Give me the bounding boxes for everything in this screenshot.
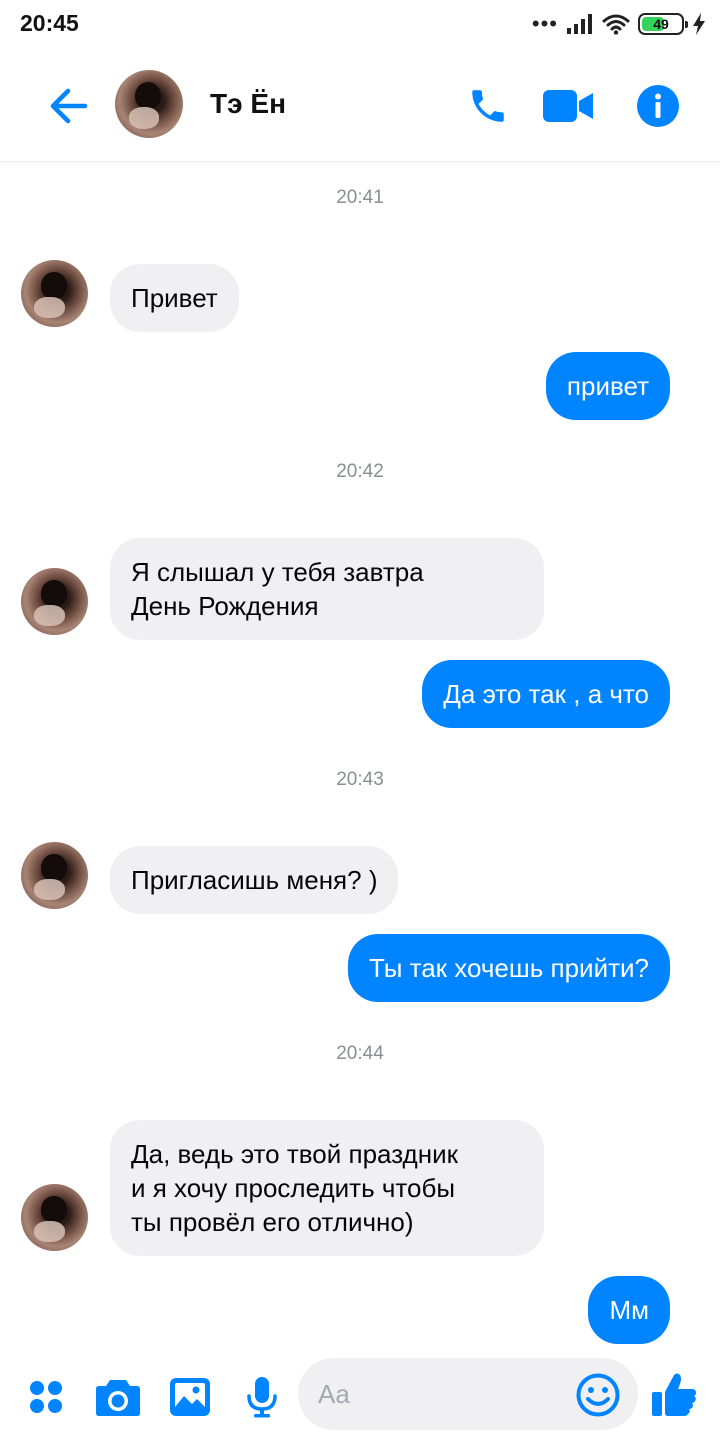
camera-button[interactable] xyxy=(90,1369,146,1425)
incoming-message[interactable]: Я слышал у тебя завтра День Рождения xyxy=(110,538,544,640)
apps-button[interactable] xyxy=(18,1369,74,1425)
wifi-icon xyxy=(602,14,630,35)
sender-avatar[interactable] xyxy=(21,568,88,635)
gallery-button[interactable] xyxy=(162,1369,218,1425)
message-text-line: Я слышал у тебя завтра xyxy=(131,557,424,587)
message-text: привет xyxy=(566,371,649,401)
timestamp: 20:42 xyxy=(336,461,384,482)
outgoing-message[interactable]: Да это так , а что xyxy=(422,660,670,728)
status-icons: ••• 49 xyxy=(532,10,706,38)
charging-icon xyxy=(693,13,705,35)
back-button[interactable] xyxy=(40,78,96,134)
conversation-header: Тэ Ён xyxy=(0,50,720,162)
outgoing-message[interactable]: привет xyxy=(545,352,670,420)
message-text: Мм xyxy=(609,1295,649,1325)
arrow-left-icon xyxy=(50,88,88,124)
battery-icon: 49 xyxy=(638,13,688,35)
message-text-line: ты провёл его отлично) xyxy=(131,1207,414,1237)
microphone-icon xyxy=(247,1377,277,1418)
outgoing-message[interactable]: Мм xyxy=(588,1276,670,1344)
message-text-line: День Рождения xyxy=(131,591,319,621)
message-text: Привет xyxy=(131,283,218,313)
timestamp: 20:44 xyxy=(336,1043,384,1064)
thumbs-up-icon xyxy=(652,1373,696,1416)
message-text: Да это так , а что xyxy=(443,679,649,709)
voice-call-button[interactable] xyxy=(460,78,516,134)
info-icon xyxy=(637,85,679,127)
phone-icon xyxy=(472,90,504,122)
sender-avatar[interactable] xyxy=(21,1184,88,1251)
status-time: 20:45 xyxy=(20,10,79,36)
outgoing-message[interactable]: Ты так хочешь прийти? xyxy=(347,934,670,1002)
info-button[interactable] xyxy=(630,78,686,134)
status-bar: 20:45 ••• 49 xyxy=(0,0,720,50)
like-button[interactable] xyxy=(646,1367,702,1423)
message-text: Пригласишь меня? ) xyxy=(131,865,378,895)
camera-icon xyxy=(96,1380,140,1416)
incoming-message[interactable]: Пригласишь меня? ) xyxy=(110,846,399,914)
timestamp: 20:43 xyxy=(336,769,384,790)
message-text: Ты так хочешь прийти? xyxy=(368,953,649,983)
incoming-message[interactable]: Да, ведь это твой праздник и я хочу прос… xyxy=(110,1120,544,1256)
sender-avatar[interactable] xyxy=(21,842,88,909)
incoming-message[interactable]: Привет xyxy=(110,264,239,332)
gallery-icon xyxy=(170,1378,210,1416)
message-composer xyxy=(0,1355,720,1440)
sender-avatar[interactable] xyxy=(21,260,88,327)
battery-level: 49 xyxy=(653,16,669,32)
video-camera-icon xyxy=(543,90,593,122)
contact-avatar[interactable] xyxy=(115,70,183,138)
timestamp: 20:41 xyxy=(336,187,384,208)
voice-message-button[interactable] xyxy=(234,1369,290,1425)
signal-icon xyxy=(567,14,592,34)
message-text-line: и я хочу проследить чтобы xyxy=(131,1173,456,1203)
notification-dots-icon: ••• xyxy=(531,11,558,36)
apps-icon xyxy=(30,1381,62,1413)
emoji-icon xyxy=(576,1373,620,1417)
video-call-button[interactable] xyxy=(540,78,596,134)
emoji-button[interactable] xyxy=(572,1369,624,1421)
message-text-line: Да, ведь это твой праздник xyxy=(131,1139,458,1169)
contact-name[interactable]: Тэ Ён xyxy=(210,88,286,120)
